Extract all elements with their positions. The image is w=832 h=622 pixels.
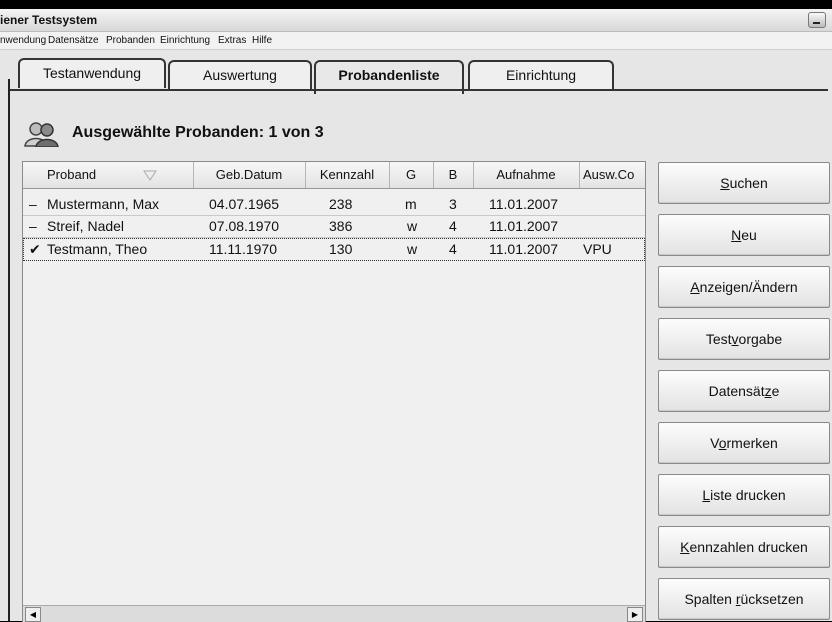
window-title: iener Testsystem <box>0 13 98 27</box>
horizontal-scrollbar[interactable]: ◀ ▶ <box>23 605 645 622</box>
kennzahlen-drucken-button[interactable]: Kennzahlen drucken <box>658 526 830 568</box>
cell-aufnahme: 11.01.2007 <box>489 241 559 257</box>
datensaetze-button[interactable]: Datensätze <box>658 370 830 412</box>
tab-auswertung[interactable]: Auswertung <box>168 60 312 90</box>
cell-aufnahme: 11.01.2007 <box>489 196 559 212</box>
users-icon <box>24 122 59 147</box>
row-status-mark: – <box>29 196 37 212</box>
cell-proband: Testmann, Theo <box>47 241 148 257</box>
table-row[interactable]: – Mustermann, Max 04.07.1965 238 m 3 11.… <box>23 194 645 216</box>
cell-gebdatum: 11.11.1970 <box>209 241 277 257</box>
col-header-proband[interactable]: Proband <box>23 162 194 188</box>
liste-drucken-button[interactable]: Liste drucken <box>658 474 830 516</box>
row-status-mark: – <box>29 218 37 234</box>
testvorgabe-button[interactable]: Testvorgabe <box>658 318 830 360</box>
col-header-aufnahme[interactable]: Aufnahme <box>473 162 580 188</box>
cell-ausw: VPU <box>583 241 612 257</box>
cell-g: m <box>405 196 417 212</box>
scroll-right-icon[interactable]: ▶ <box>627 607 643 622</box>
col-header-b[interactable]: B <box>433 162 474 188</box>
menu-anwendung[interactable]: nwendung <box>0 35 46 46</box>
menu-extras[interactable]: Extras <box>218 35 246 46</box>
table-header: Proband Geb.Datum Kennzahl G B Aufnahme … <box>23 162 645 189</box>
menu-hilfe[interactable]: Hilfe <box>252 35 272 46</box>
menu-probanden[interactable]: Probanden <box>106 35 155 46</box>
col-header-kennzahl[interactable]: Kennzahl <box>305 162 390 188</box>
cell-g: w <box>407 241 418 257</box>
selection-count-title: Ausgewählte Probanden: 1 von 3 <box>72 124 324 141</box>
cell-b: 4 <box>449 218 457 234</box>
cell-aufnahme: 11.01.2007 <box>489 218 559 234</box>
row-check-mark: ✔ <box>29 241 41 257</box>
neu-button[interactable]: Neu <box>658 214 830 256</box>
table-row-selected[interactable]: ✔ Testmann, Theo 11.11.1970 130 w 4 11.0… <box>23 238 645 261</box>
tab-testanwendung[interactable]: Testanwendung <box>18 58 166 88</box>
title-bar: iener Testsystem <box>0 9 832 32</box>
col-header-gebdatum[interactable]: Geb.Datum <box>193 162 306 188</box>
scroll-left-icon[interactable]: ◀ <box>25 607 41 622</box>
suchen-button[interactable]: Suchen <box>658 162 830 204</box>
left-border <box>8 79 10 621</box>
cell-g: w <box>407 218 418 234</box>
cell-kennzahl: 238 <box>329 196 353 212</box>
col-header-ausw[interactable]: Ausw.Co <box>579 162 645 188</box>
cell-proband: Streif, Nadel <box>47 218 125 234</box>
tab-einrichtung[interactable]: Einrichtung <box>468 60 614 90</box>
cell-gebdatum: 04.07.1965 <box>209 196 280 212</box>
col-header-g[interactable]: G <box>389 162 434 188</box>
vormerken-button[interactable]: Vormerken <box>658 422 830 464</box>
col-label: Proband <box>47 167 97 182</box>
sort-triangle-icon <box>143 170 157 181</box>
menu-datensaetze[interactable]: Datensätze <box>48 35 99 46</box>
tab-strip-line <box>10 89 828 91</box>
spalten-ruecksetzen-button[interactable]: Spalten rücksetzen <box>658 578 830 620</box>
anzeigen-aendern-button[interactable]: Anzeigen/Ändern <box>658 266 830 308</box>
cell-gebdatum: 07.08.1970 <box>209 218 280 234</box>
table-row[interactable]: – Streif, Nadel 07.08.1970 386 w 4 11.01… <box>23 216 645 238</box>
cell-b: 3 <box>449 196 457 212</box>
cell-kennzahl: 130 <box>329 241 353 257</box>
cell-kennzahl: 386 <box>329 218 353 234</box>
cell-b: 4 <box>449 241 457 257</box>
probanden-table[interactable]: Proband Geb.Datum Kennzahl G B Aufnahme … <box>22 161 646 622</box>
menu-bar: nwendung Datensätze Probanden Einrichtun… <box>0 32 832 50</box>
cell-proband: Mustermann, Max <box>47 196 160 212</box>
minimize-icon <box>813 22 820 24</box>
menu-einrichtung[interactable]: Einrichtung <box>160 35 210 46</box>
minimize-button[interactable] <box>808 12 826 28</box>
